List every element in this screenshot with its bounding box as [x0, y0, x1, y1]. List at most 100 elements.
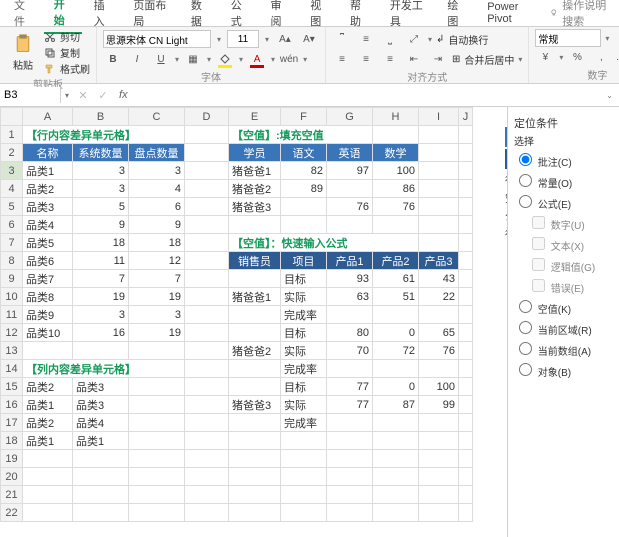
chevron-down-icon[interactable]: ▾	[263, 35, 271, 44]
row-header[interactable]: 4	[1, 180, 23, 198]
cell[interactable]	[419, 126, 459, 144]
cell[interactable]	[229, 504, 281, 522]
cell[interactable]: 【空值】:填充空值	[229, 126, 373, 144]
cell[interactable]: 93	[327, 270, 373, 288]
cell[interactable]	[129, 432, 185, 450]
cell[interactable]	[459, 252, 473, 270]
cell[interactable]: 完成率	[281, 360, 327, 378]
cell[interactable]: 学员	[229, 144, 281, 162]
opt-region[interactable]: 当前区域(R)	[514, 318, 613, 337]
cell[interactable]	[185, 468, 229, 486]
cell[interactable]: 品类9	[23, 306, 73, 324]
indent-decrease-button[interactable]: ⇤	[404, 49, 424, 69]
merge-center-button[interactable]: ⊞合并后居中▾	[452, 52, 522, 67]
cell[interactable]: 猪爸爸1	[229, 288, 281, 306]
cell[interactable]	[459, 216, 473, 234]
cell[interactable]: 实际	[281, 342, 327, 360]
cell[interactable]	[459, 162, 473, 180]
currency-button[interactable]: ¥	[535, 47, 555, 67]
cell[interactable]	[229, 270, 281, 288]
cell[interactable]: 18	[73, 234, 129, 252]
cell[interactable]: 11	[73, 252, 129, 270]
cell[interactable]	[185, 342, 229, 360]
paste-button[interactable]: 粘贴	[6, 33, 40, 72]
cell[interactable]: 名称	[23, 144, 73, 162]
cell[interactable]	[419, 468, 459, 486]
cell[interactable]: 82	[281, 162, 327, 180]
cell[interactable]: 19	[129, 288, 185, 306]
opt-err[interactable]: 错误(E)	[528, 276, 613, 295]
cell[interactable]: 3	[73, 162, 129, 180]
cell[interactable]: 品类3	[73, 378, 129, 396]
row-header[interactable]: 17	[1, 414, 23, 432]
cell[interactable]	[229, 486, 281, 504]
cell[interactable]	[281, 504, 327, 522]
phonetic-button[interactable]: wén	[279, 49, 299, 69]
cell[interactable]: 51	[373, 288, 419, 306]
cell[interactable]: 77	[327, 378, 373, 396]
row-header[interactable]: 21	[1, 486, 23, 504]
cell[interactable]: 品类2	[23, 180, 73, 198]
cell[interactable]	[281, 216, 327, 234]
cell[interactable]	[459, 324, 473, 342]
row-header[interactable]: 1	[1, 126, 23, 144]
align-top-button[interactable]: ⎴	[332, 29, 352, 49]
cell[interactable]	[73, 450, 129, 468]
cell[interactable]: 品类4	[73, 414, 129, 432]
fill-color-button[interactable]	[215, 49, 235, 69]
align-middle-button[interactable]: ≡	[356, 29, 376, 49]
number-format-select[interactable]	[535, 29, 601, 47]
cell[interactable]	[459, 126, 473, 144]
opt-obj[interactable]: 对象(B)	[514, 360, 613, 379]
cell[interactable]: 品类1	[23, 396, 73, 414]
cell[interactable]	[229, 324, 281, 342]
cut-button[interactable]: 剪切	[44, 29, 90, 44]
cell[interactable]	[185, 450, 229, 468]
cell[interactable]: 品类2	[23, 414, 73, 432]
cell[interactable]	[129, 414, 185, 432]
row-header[interactable]: 6	[1, 216, 23, 234]
cell[interactable]: 猪爸爸1	[229, 162, 281, 180]
row-header[interactable]: 18	[1, 432, 23, 450]
cell[interactable]: 9	[129, 216, 185, 234]
cancel-formula-button[interactable]: ✕	[73, 85, 93, 105]
cell[interactable]: 100	[419, 378, 459, 396]
cell[interactable]	[73, 486, 129, 504]
cell[interactable]	[229, 414, 281, 432]
cell[interactable]	[327, 216, 373, 234]
row-header[interactable]: 2	[1, 144, 23, 162]
cell[interactable]: 100	[373, 162, 419, 180]
cell[interactable]: 语文	[281, 144, 327, 162]
cell[interactable]: 0	[373, 378, 419, 396]
row-header[interactable]: 3	[1, 162, 23, 180]
cell[interactable]: 实际	[281, 288, 327, 306]
cell[interactable]: 12	[129, 252, 185, 270]
formula-input[interactable]	[134, 87, 601, 103]
cell[interactable]	[419, 216, 459, 234]
col-header[interactable]: G	[327, 108, 373, 126]
cell[interactable]	[459, 288, 473, 306]
cell[interactable]: 英语	[327, 144, 373, 162]
cell[interactable]	[419, 306, 459, 324]
cell[interactable]	[459, 306, 473, 324]
cell[interactable]: 99	[419, 396, 459, 414]
row-header[interactable]: 10	[1, 288, 23, 306]
cell[interactable]	[373, 306, 419, 324]
cell[interactable]: 43	[419, 270, 459, 288]
cell[interactable]	[327, 450, 373, 468]
cell[interactable]	[459, 468, 473, 486]
cell[interactable]: 产品2	[373, 252, 419, 270]
cell[interactable]	[129, 396, 185, 414]
cell[interactable]: 系统数量	[73, 144, 129, 162]
cell[interactable]: 72	[373, 342, 419, 360]
cell[interactable]	[281, 432, 327, 450]
cell[interactable]: 80	[327, 324, 373, 342]
col-header[interactable]: J	[459, 108, 473, 126]
cell[interactable]	[419, 414, 459, 432]
cell[interactable]	[73, 468, 129, 486]
cell[interactable]: 品类10	[23, 324, 73, 342]
cell[interactable]: 实际	[281, 396, 327, 414]
cell[interactable]	[229, 216, 281, 234]
cell[interactable]: 3	[73, 180, 129, 198]
cell[interactable]	[185, 396, 229, 414]
